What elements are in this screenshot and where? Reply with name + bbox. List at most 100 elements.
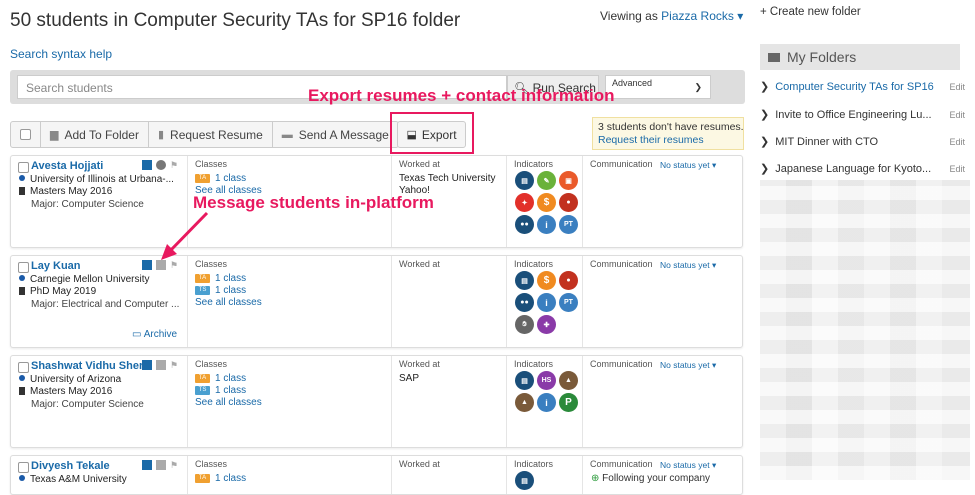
callout-arrow-icon: [161, 211, 209, 260]
flag-icon[interactable]: ⚑: [170, 160, 180, 170]
info-indicator-icon[interactable]: i: [537, 215, 556, 234]
resume-indicator-icon[interactable]: ▤: [515, 171, 534, 190]
university: Carnegie Mellon University: [19, 274, 150, 285]
request-resumes-link[interactable]: Request their resumes: [598, 134, 738, 147]
status-dropdown[interactable]: No status yet ▾: [660, 460, 716, 471]
folder-item[interactable]: ❯ MIT Dinner with CTO Edit: [760, 135, 965, 149]
edit-folder-link[interactable]: Edit: [949, 110, 965, 120]
folder-icon[interactable]: [142, 260, 152, 270]
wrench-indicator-icon[interactable]: ✎: [537, 171, 556, 190]
class-ts[interactable]: TS 1 class: [195, 285, 246, 296]
select-all-checkbox[interactable]: [11, 122, 41, 147]
resume-indicator-icon[interactable]: ▤: [515, 371, 534, 390]
edit-folder-link[interactable]: Edit: [949, 82, 965, 92]
hs-indicator-icon[interactable]: HS: [537, 371, 556, 390]
see-all-classes-link[interactable]: See all classes: [195, 297, 262, 308]
flag-icon[interactable]: ⚑: [170, 460, 180, 470]
message-callout: Message students in-platform: [193, 193, 434, 212]
request-resume-button[interactable]: ▮ Request Resume: [149, 122, 273, 147]
missing-resume-text: 3 students don't have resumes.: [598, 121, 744, 133]
dollar-indicator-icon[interactable]: $: [537, 193, 556, 212]
viewing-as[interactable]: Viewing as Piazza Rocks ▾: [600, 9, 743, 23]
figure-indicator-icon[interactable]: ✚: [537, 315, 556, 334]
indicators-header: Indicators: [514, 159, 554, 169]
edit-folder-link[interactable]: Edit: [949, 137, 965, 147]
communication-header: Communication: [590, 259, 653, 269]
status-dropdown[interactable]: No status yet ▾: [660, 260, 716, 271]
student-name[interactable]: Avesta Hojjati: [31, 160, 103, 172]
info-indicator-icon[interactable]: i: [537, 393, 556, 412]
gift-indicator-icon[interactable]: ▣: [559, 171, 578, 190]
mountain-indicator-icon[interactable]: ▲: [515, 393, 534, 412]
group-indicator-icon[interactable]: ●●: [515, 215, 534, 234]
class-ts[interactable]: TS 1 class: [195, 385, 246, 396]
send-message-button[interactable]: ▬ Send A Message: [273, 122, 398, 147]
advanced-label: Advanced: [612, 78, 653, 88]
person-indicator-icon[interactable]: ●: [559, 271, 578, 290]
student-checkbox[interactable]: [18, 462, 29, 473]
plus-icon: +: [760, 6, 767, 18]
student-name[interactable]: Lay Kuan: [31, 260, 81, 272]
plus-circle-icon: ⊕: [591, 473, 600, 484]
hand-indicator-icon[interactable]: ✋︎: [515, 315, 534, 334]
resume-icon[interactable]: [156, 160, 166, 170]
indicators-header: Indicators: [514, 259, 554, 269]
degree: Masters May 2016: [19, 386, 112, 397]
student-checkbox[interactable]: [18, 362, 29, 373]
folder-icon[interactable]: [142, 460, 152, 470]
folder-icon[interactable]: [142, 360, 152, 370]
flag-icon[interactable]: ⚑: [170, 360, 180, 370]
major: Major: Electrical and Computer ...: [31, 299, 180, 310]
communication-header: Communication: [590, 459, 653, 469]
student-name[interactable]: Divyesh Tekale: [31, 460, 110, 472]
archive-link[interactable]: ▭ Archive: [132, 329, 177, 340]
folder-item[interactable]: ❯ Computer Security TAs for SP16 Edit: [760, 80, 965, 94]
chevron-down-icon: ▾: [737, 9, 744, 23]
runner-indicator-icon[interactable]: ✦: [515, 193, 534, 212]
resume-indicator-icon[interactable]: ▤: [515, 471, 534, 490]
worked-at-item: SAP: [399, 373, 420, 384]
status-dropdown[interactable]: No status yet ▾: [660, 360, 716, 371]
message-icon[interactable]: [156, 360, 166, 370]
see-all-classes-link[interactable]: See all classes: [195, 397, 262, 408]
folder-icon[interactable]: [142, 160, 152, 170]
folder-icon: [768, 52, 780, 62]
pt-indicator-icon[interactable]: PT: [559, 293, 578, 312]
degree: PhD May 2019: [19, 286, 96, 297]
message-icon[interactable]: [156, 460, 166, 470]
university: University of Illinois at Urbana-...: [19, 174, 174, 185]
person-indicator-icon[interactable]: ●: [559, 193, 578, 212]
mountain-indicator-icon[interactable]: ▲: [559, 371, 578, 390]
student-name[interactable]: Shashwat Vidhu Sher: [31, 360, 143, 372]
group-indicator-icon[interactable]: ●●: [515, 293, 534, 312]
viewing-user[interactable]: Piazza Rocks: [661, 9, 734, 23]
create-folder-link[interactable]: + Create new folder: [760, 6, 861, 18]
class-ta[interactable]: TA 1 class: [195, 173, 246, 184]
pt-indicator-icon[interactable]: PT: [559, 215, 578, 234]
resume-indicator-icon[interactable]: ▤: [515, 271, 534, 290]
worked-at-header: Worked at: [399, 459, 440, 469]
search-syntax-help-link[interactable]: Search syntax help: [10, 47, 112, 61]
info-indicator-icon[interactable]: i: [537, 293, 556, 312]
class-ta[interactable]: TA 1 class: [195, 473, 246, 484]
student-checkbox[interactable]: [18, 262, 29, 273]
folder-icon: ▆: [50, 129, 59, 141]
status-dropdown[interactable]: No status yet ▾: [660, 160, 716, 171]
add-to-folder-button[interactable]: ▆ Add To Folder: [41, 122, 149, 147]
p-indicator-icon[interactable]: P: [559, 393, 578, 412]
folder-item[interactable]: ❯ Japanese Language for Kyoto... Edit: [760, 162, 965, 176]
missing-resume-notice: 3 students don't have resumes. Request t…: [592, 117, 744, 150]
class-ta[interactable]: TA 1 class: [195, 373, 246, 384]
dollar-indicator-icon[interactable]: $: [537, 271, 556, 290]
advanced-select[interactable]: Advanced ❯: [605, 75, 711, 99]
export-icon: ⬓: [406, 129, 417, 141]
action-toolbar: ▆ Add To Folder ▮ Request Resume ▬ Send A M…: [10, 121, 399, 148]
folder-item[interactable]: ❯ Invite to Office Engineering Lu... Edit: [760, 108, 965, 122]
chat-icon: ▬: [281, 128, 293, 141]
communication-header: Communication: [590, 359, 653, 369]
communication-header: Communication: [590, 159, 653, 169]
class-ta[interactable]: TA 1 class: [195, 273, 246, 284]
student-checkbox[interactable]: [18, 162, 29, 173]
export-button[interactable]: ⬓ Export: [397, 121, 466, 148]
edit-folder-link[interactable]: Edit: [949, 164, 965, 174]
